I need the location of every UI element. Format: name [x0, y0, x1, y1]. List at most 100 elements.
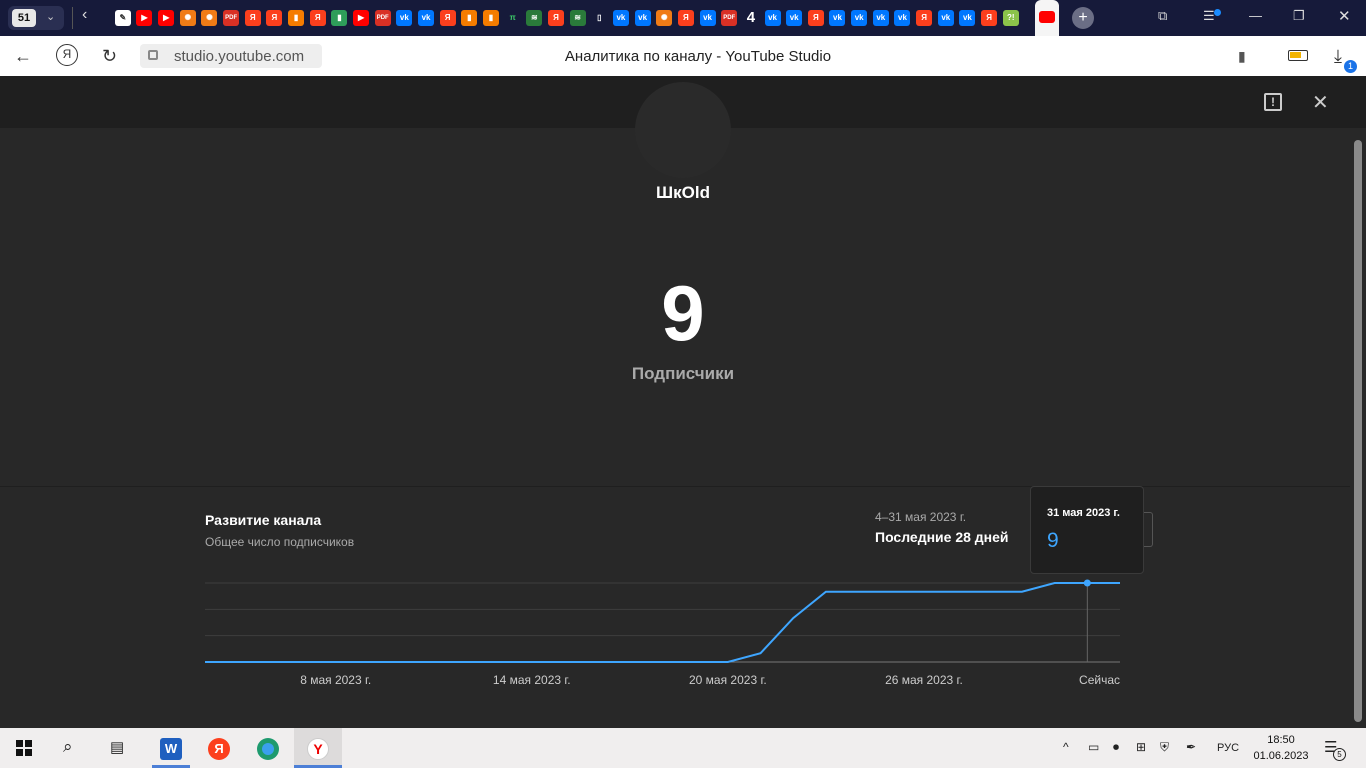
- book-icon[interactable]: ▮: [461, 10, 478, 26]
- restore-icon[interactable]: ❐: [1293, 8, 1305, 24]
- vk-icon[interactable]: vk: [829, 10, 846, 26]
- stripes-icon[interactable]: ≋: [569, 10, 586, 26]
- pdf-icon[interactable]: PDF: [223, 10, 240, 26]
- x-tick-label: Сейчас: [1079, 673, 1120, 687]
- battery-saver-icon[interactable]: [1288, 50, 1308, 61]
- yandex-app-icon[interactable]: Я: [208, 738, 230, 760]
- scrollbar-thumb[interactable]: [1354, 140, 1362, 722]
- yandex-icon[interactable]: Я: [244, 10, 261, 26]
- book-icon[interactable]: ▮: [288, 10, 305, 26]
- avatar: [635, 82, 731, 178]
- pdf-icon[interactable]: PDF: [374, 10, 391, 26]
- download-count-badge: 1: [1344, 60, 1357, 73]
- subscribers-label: Подписчики: [631, 364, 735, 383]
- download-icon[interactable]: ⤓: [1334, 46, 1342, 67]
- wand-icon[interactable]: ✎: [114, 10, 131, 26]
- pi-icon[interactable]: π: [504, 10, 521, 26]
- vk-icon[interactable]: vk: [894, 10, 911, 26]
- pen-icon[interactable]: ✒: [1186, 740, 1196, 754]
- growth-chart: 03698 мая 2023 г.14 мая 2023 г.20 мая 20…: [205, 579, 1120, 687]
- menu-icon[interactable]: ☰: [1203, 8, 1215, 24]
- tab-count-button[interactable]: 51 ⌄: [8, 6, 64, 30]
- vk-icon[interactable]: vk: [418, 10, 435, 26]
- yandex-icon[interactable]: Я: [309, 10, 326, 26]
- bookmark-icon[interactable]: ▮: [1238, 48, 1246, 65]
- active-tab[interactable]: [1035, 0, 1059, 36]
- close-icon[interactable]: ✕: [1312, 90, 1329, 115]
- microphone-icon[interactable]: ⏺: [1113, 740, 1119, 755]
- edge-icon[interactable]: [257, 738, 279, 760]
- yandex-icon[interactable]: Я: [807, 10, 824, 26]
- x-tick-label: 26 мая 2023 г.: [885, 673, 963, 687]
- page-title: Аналитика по каналу - YouTube Studio: [564, 48, 832, 65]
- tooltip-date: 31 мая 2023 г.: [1047, 507, 1120, 519]
- pdf-icon[interactable]: PDF: [721, 10, 738, 26]
- vk-icon[interactable]: vk: [959, 10, 976, 26]
- clock-time: 18:50: [1267, 734, 1295, 746]
- vk-icon[interactable]: vk: [872, 10, 889, 26]
- vk-icon[interactable]: vk: [699, 10, 716, 26]
- x-tick-label: 8 мая 2023 г.: [300, 673, 371, 687]
- windows-start-icon[interactable]: [16, 740, 32, 756]
- yandex-icon[interactable]: Я: [547, 10, 564, 26]
- yandex-icon[interactable]: Я: [916, 10, 933, 26]
- vk-icon[interactable]: vk: [764, 10, 781, 26]
- address-bar: ← Я ↻ studio.youtube.com Аналитика по ка…: [0, 36, 1366, 76]
- data-point: [1083, 579, 1091, 587]
- clock[interactable]: 18:50 01.06.2023: [1250, 732, 1312, 764]
- orange-wheel-icon[interactable]: ✺: [656, 10, 673, 26]
- close-window-icon[interactable]: ✕: [1338, 7, 1351, 25]
- tabs-manager-icon[interactable]: ⧉: [1158, 8, 1167, 24]
- clock-date: 01.06.2023: [1253, 750, 1309, 762]
- taskbar: ⌕ ▤ W Я Y ^ ▭ ⏺ ⊞ ⛨ ✒ РУС 18:50 01.06.20…: [0, 728, 1366, 768]
- green-question-icon[interactable]: ?!: [1002, 10, 1019, 26]
- browser-tab-strip: 51 ⌄ ‹ ✎ ▶ ▶ ✺ ✺ PDF Я Я ▮ Я ▮ ▶ PDF vk vk Я ▮ ▮ π ≋ Я ≋ ▯ vk vk…: [0, 0, 1366, 36]
- search-icon[interactable]: ⌕: [63, 737, 73, 757]
- youtube-icon[interactable]: ▶: [158, 10, 175, 26]
- network-icon[interactable]: ⊞: [1136, 740, 1146, 754]
- language-indicator[interactable]: РУС: [1217, 742, 1239, 754]
- book-green-icon[interactable]: ▮: [331, 10, 348, 26]
- menu-notification-dot: [1214, 9, 1221, 16]
- chevron-down-icon: ⌄: [46, 11, 56, 23]
- subscribers-count: 9: [661, 269, 705, 357]
- chart-tooltip: 31 мая 2023 г. 9: [1030, 486, 1144, 574]
- vk-icon[interactable]: vk: [851, 10, 868, 26]
- yandex-browser-icon[interactable]: Y: [307, 738, 329, 760]
- x-tick-label: 14 мая 2023 г.: [493, 673, 571, 687]
- period-selector[interactable]: Последние 28 дней: [875, 529, 1009, 545]
- document-icon[interactable]: ▯: [591, 10, 608, 26]
- series-line: [205, 582, 1120, 663]
- youtube-icon[interactable]: ▶: [353, 10, 370, 26]
- yandex-icon[interactable]: Я: [439, 10, 456, 26]
- date-range: 4–31 мая 2023 г.: [875, 510, 967, 524]
- stripes-icon[interactable]: ≋: [526, 10, 543, 26]
- shield-icon[interactable]: ⛨: [1160, 740, 1169, 755]
- feedback-icon[interactable]: !: [1264, 93, 1282, 111]
- x-tick-label: 20 мая 2023 г.: [689, 673, 767, 687]
- yandex-icon[interactable]: Я: [677, 10, 694, 26]
- book-icon[interactable]: ▮: [482, 10, 499, 26]
- orange-wheel-icon[interactable]: ✺: [201, 10, 218, 26]
- new-tab-button[interactable]: +: [1072, 7, 1094, 29]
- task-view-icon[interactable]: ▤: [110, 738, 124, 756]
- four-icon[interactable]: 4: [742, 10, 759, 26]
- yandex-icon[interactable]: Я: [981, 10, 998, 26]
- notifications-count: 5: [1333, 748, 1346, 761]
- tray-expand-icon[interactable]: ^: [1063, 740, 1069, 754]
- vk-icon[interactable]: vk: [937, 10, 954, 26]
- youtube-icon[interactable]: ▶: [136, 10, 153, 26]
- minimize-icon[interactable]: —: [1249, 8, 1262, 23]
- tooltip-value: 9: [1047, 529, 1059, 552]
- growth-subtitle: Общее число подписчиков: [205, 535, 355, 549]
- vk-icon[interactable]: vk: [634, 10, 651, 26]
- tab-favicons: ✎ ▶ ▶ ✺ ✺ PDF Я Я ▮ Я ▮ ▶ PDF vk vk Я ▮ ▮ π ≋ Я ≋ ▯ vk vk ✺ Яvk PDF…: [112, 0, 1022, 36]
- vk-icon[interactable]: vk: [612, 10, 629, 26]
- yandex-icon[interactable]: Я: [266, 10, 283, 26]
- orange-wheel-icon[interactable]: ✺: [179, 10, 196, 26]
- tabs-scroll-left-icon[interactable]: ‹: [82, 6, 87, 24]
- vk-icon[interactable]: vk: [396, 10, 413, 26]
- word-icon[interactable]: W: [160, 738, 182, 760]
- vk-icon[interactable]: vk: [786, 10, 803, 26]
- battery-icon[interactable]: ▭: [1088, 740, 1099, 754]
